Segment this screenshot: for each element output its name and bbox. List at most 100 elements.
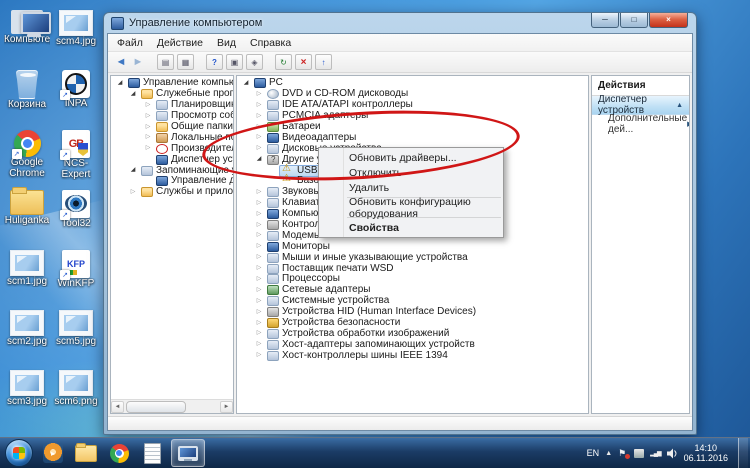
expand-toggle-icon[interactable]	[254, 231, 264, 240]
tree-item-body[interactable]: Мыши и иные указывающие устройства	[264, 252, 471, 264]
expand-toggle-icon[interactable]	[254, 112, 264, 121]
toolbar-button[interactable]: ?	[206, 54, 223, 70]
expand-toggle-icon[interactable]	[254, 210, 264, 219]
expand-toggle-icon[interactable]	[254, 90, 264, 99]
taskbar-computer-management-button[interactable]	[171, 439, 205, 467]
expand-toggle-icon[interactable]	[254, 275, 264, 284]
language-indicator[interactable]: EN	[587, 448, 600, 458]
action-center-flag-icon[interactable]: ⚑	[618, 448, 631, 459]
tree-item[interactable]: PC	[239, 78, 588, 89]
clock[interactable]: 14:10 06.11.2016	[684, 443, 728, 463]
menu-item-properties[interactable]: Свойства	[319, 220, 503, 235]
horizontal-scrollbar[interactable]: ◄ ►	[111, 399, 233, 413]
expand-toggle-icon[interactable]	[254, 264, 264, 273]
scroll-right-icon[interactable]: ►	[220, 400, 233, 413]
menu-item-update-driver[interactable]: Обновить драйверы...	[319, 150, 503, 165]
expand-toggle-icon[interactable]	[254, 188, 264, 197]
tree-item-body[interactable]: Диспетчер устройств	[153, 154, 233, 166]
taskbar-explorer-button[interactable]	[72, 440, 100, 466]
tree-item[interactable]: Процессоры	[239, 274, 588, 285]
toolbar-button[interactable]: ►	[131, 56, 145, 68]
expand-toggle-icon[interactable]	[254, 242, 264, 251]
expand-toggle-icon[interactable]	[254, 133, 264, 142]
tree-item[interactable]: IDE ATA/ATAPI контроллеры	[239, 100, 588, 111]
toolbar-button[interactable]: ◈	[246, 54, 263, 70]
desktop-icon[interactable]: Компьютер	[4, 8, 51, 68]
expand-toggle-icon[interactable]	[254, 101, 264, 110]
tree-item[interactable]: Просмотр событий	[113, 111, 233, 122]
tree-item[interactable]: Батареи	[239, 122, 588, 133]
tree-item[interactable]: Поставщик печати WSD	[239, 263, 588, 274]
desktop-icon[interactable]: scm2.jpg	[4, 308, 50, 368]
tree-item[interactable]: Системные устройства	[239, 296, 588, 307]
desktop-icon[interactable]: Корзина	[4, 68, 50, 128]
expand-toggle-icon[interactable]	[128, 188, 138, 197]
menu-item-disable[interactable]: Отключить	[319, 165, 503, 180]
maximize-button-icon[interactable]: □	[620, 13, 648, 28]
tree-item[interactable]: Служебные программы	[113, 89, 233, 100]
menu-help[interactable]: Справка	[250, 37, 291, 49]
scrollbar-thumb[interactable]	[126, 400, 186, 413]
toolbar-button[interactable]: ◄	[114, 56, 128, 68]
toolbar-button[interactable]: ×	[295, 54, 312, 70]
collapse-caret-icon[interactable]: ▲	[676, 102, 683, 109]
volume-icon[interactable]	[666, 448, 678, 459]
desktop-icon[interactable]: INPA	[53, 68, 99, 128]
toolbar-button[interactable]: ▦	[177, 54, 194, 70]
expand-toggle-icon[interactable]	[254, 144, 264, 153]
menu-file[interactable]: Файл	[117, 37, 143, 49]
desktop-icon[interactable]: Google Chrome	[4, 128, 50, 188]
tree-item[interactable]: Производительность	[113, 143, 233, 154]
expand-toggle-icon[interactable]	[254, 340, 264, 349]
expand-toggle-icon[interactable]	[143, 123, 153, 132]
toolbar-button[interactable]: ↑	[315, 54, 332, 70]
tree-item-body[interactable]: Хост-контроллеры шины IEEE 1394	[264, 350, 451, 362]
toolbar-button[interactable]: ▣	[226, 54, 243, 70]
tree-item-body[interactable]: Службы и приложения	[138, 186, 233, 198]
tree-item[interactable]: PCMCIA адаптеры	[239, 111, 588, 122]
desktop-icon[interactable]: scm5.jpg	[53, 308, 99, 368]
menu-item-uninstall[interactable]: Удалить	[319, 180, 503, 195]
toolbar-button[interactable]: ▤	[157, 54, 174, 70]
menu-item-scan-hardware[interactable]: Обновить конфигурацию оборудования	[319, 196, 503, 220]
expand-toggle-icon[interactable]	[254, 351, 264, 360]
minimize-button-icon[interactable]: ─	[591, 13, 619, 28]
tree-item[interactable]: Мыши и иные указывающие устройства	[239, 252, 588, 263]
desktop-icon[interactable]: scm4.jpg	[53, 8, 99, 68]
tree-item[interactable]: Устройства обработки изображений	[239, 328, 588, 339]
taskbar-media-player-button[interactable]	[39, 440, 67, 466]
expand-toggle-icon[interactable]	[254, 199, 264, 208]
expand-toggle-icon[interactable]	[128, 166, 138, 175]
expand-toggle-icon[interactable]	[115, 79, 125, 88]
expand-toggle-icon[interactable]	[254, 221, 264, 230]
tree-item[interactable]: Запоминающие устройст...	[113, 165, 233, 176]
expand-toggle-icon[interactable]	[254, 123, 264, 132]
expand-toggle-icon[interactable]	[128, 90, 138, 99]
tree-item[interactable]: DVD и CD-ROM дисководы	[239, 89, 588, 100]
tree-item[interactable]: Устройства безопасности	[239, 318, 588, 329]
menu-action[interactable]: Действие	[157, 37, 203, 49]
tree-item[interactable]: Службы и приложения	[113, 187, 233, 198]
expand-toggle-icon[interactable]	[143, 133, 153, 142]
expand-toggle-icon[interactable]	[254, 329, 264, 338]
tree-item[interactable]: Мониторы	[239, 241, 588, 252]
desktop-icon[interactable]: Tool32	[53, 188, 99, 248]
expand-toggle-icon[interactable]	[254, 253, 264, 262]
actions-more-item[interactable]: Дополнительные дей... ▶	[592, 113, 689, 135]
desktop-icon[interactable]: scm1.jpg	[4, 248, 50, 308]
network-signal-icon[interactable]: ▂▄▆	[650, 450, 662, 457]
tree-item[interactable]: Хост-контроллеры шины IEEE 1394	[239, 350, 588, 361]
desktop-icon[interactable]: NCS-Expert tool	[53, 128, 99, 188]
show-desktop-button[interactable]	[738, 438, 748, 468]
device-tray-icon[interactable]	[634, 448, 645, 458]
desktop-icon[interactable]: WinKFP	[53, 248, 99, 308]
expand-toggle-icon[interactable]	[254, 319, 264, 328]
expand-toggle-icon[interactable]	[254, 286, 264, 295]
tree-item[interactable]: Хост-адаптеры запоминающих устройств	[239, 339, 588, 350]
expand-toggle-icon[interactable]	[254, 155, 264, 164]
expand-toggle-icon[interactable]	[254, 308, 264, 317]
desktop-icon[interactable]: scm6.png	[53, 368, 99, 428]
tree-item[interactable]: Устройства HID (Human Interface Devices)	[239, 307, 588, 318]
taskbar-chrome-button[interactable]	[105, 440, 133, 466]
expand-toggle-icon[interactable]	[143, 112, 153, 121]
